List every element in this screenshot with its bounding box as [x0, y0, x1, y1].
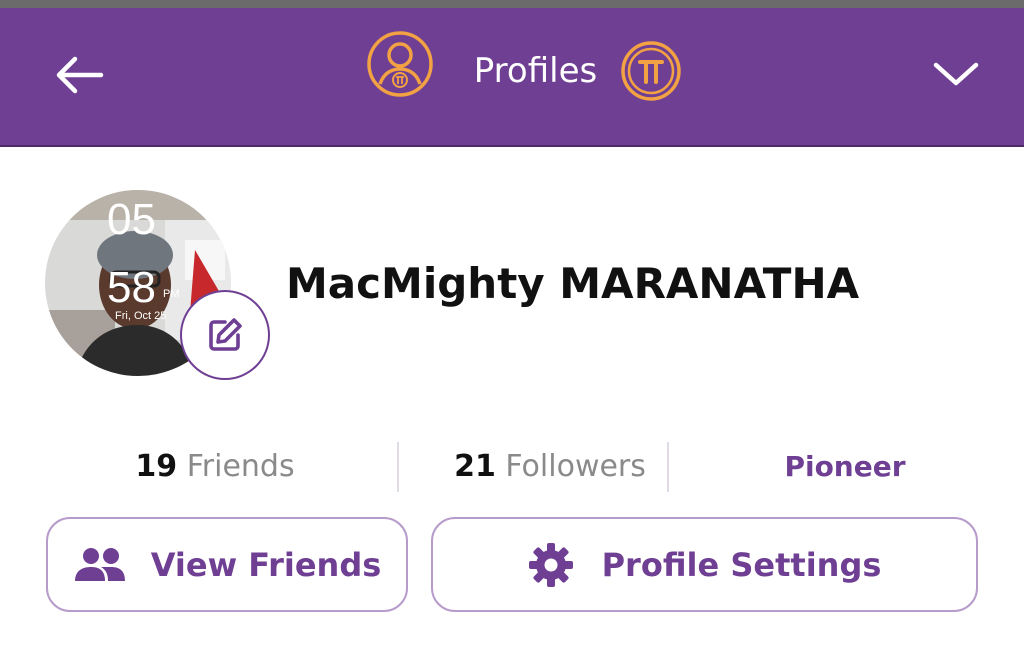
- followers-count: 21: [454, 449, 496, 484]
- back-button[interactable]: [50, 46, 108, 104]
- status-strip: [0, 0, 1024, 8]
- people-icon: [74, 547, 125, 581]
- user-name: MacMighty MARANATHA: [286, 259, 860, 308]
- view-friends-label: View Friends: [150, 545, 382, 584]
- avatar-clock-date: Fri, Oct 25: [115, 310, 167, 322]
- gear-icon: [528, 542, 573, 587]
- chevron-down-icon: [933, 62, 979, 86]
- avatar-clock-ampm: PM: [163, 288, 180, 300]
- profile-settings-button[interactable]: Profile Settings: [431, 517, 978, 612]
- edit-icon: [209, 318, 242, 351]
- dropdown-button[interactable]: [926, 48, 986, 100]
- role-badge: Pioneer: [784, 450, 906, 483]
- app-header: Profiles: [0, 8, 1024, 147]
- followers-stat[interactable]: 21 Followers: [415, 440, 685, 494]
- friends-stat[interactable]: 19 Friends: [75, 440, 355, 494]
- stats-divider: [667, 442, 669, 492]
- view-friends-button[interactable]: View Friends: [46, 517, 408, 612]
- profile-settings-label: Profile Settings: [601, 545, 882, 584]
- friends-count: 19: [135, 449, 178, 484]
- stats-divider: [397, 442, 399, 492]
- followers-label: Followers: [505, 449, 646, 484]
- pi-coin-icon[interactable]: [620, 40, 682, 102]
- edit-avatar-button[interactable]: [180, 290, 270, 380]
- friends-label: Friends: [186, 449, 295, 484]
- arrow-left-icon: [56, 56, 104, 94]
- avatar-clock-minute: 58: [107, 263, 156, 312]
- avatar-clock-hour: 05: [107, 195, 156, 244]
- stats-row: 19 Friends 21 Followers Pioneer: [45, 440, 980, 494]
- page-title: Profiles: [473, 51, 598, 91]
- pi-user-icon[interactable]: [366, 30, 434, 98]
